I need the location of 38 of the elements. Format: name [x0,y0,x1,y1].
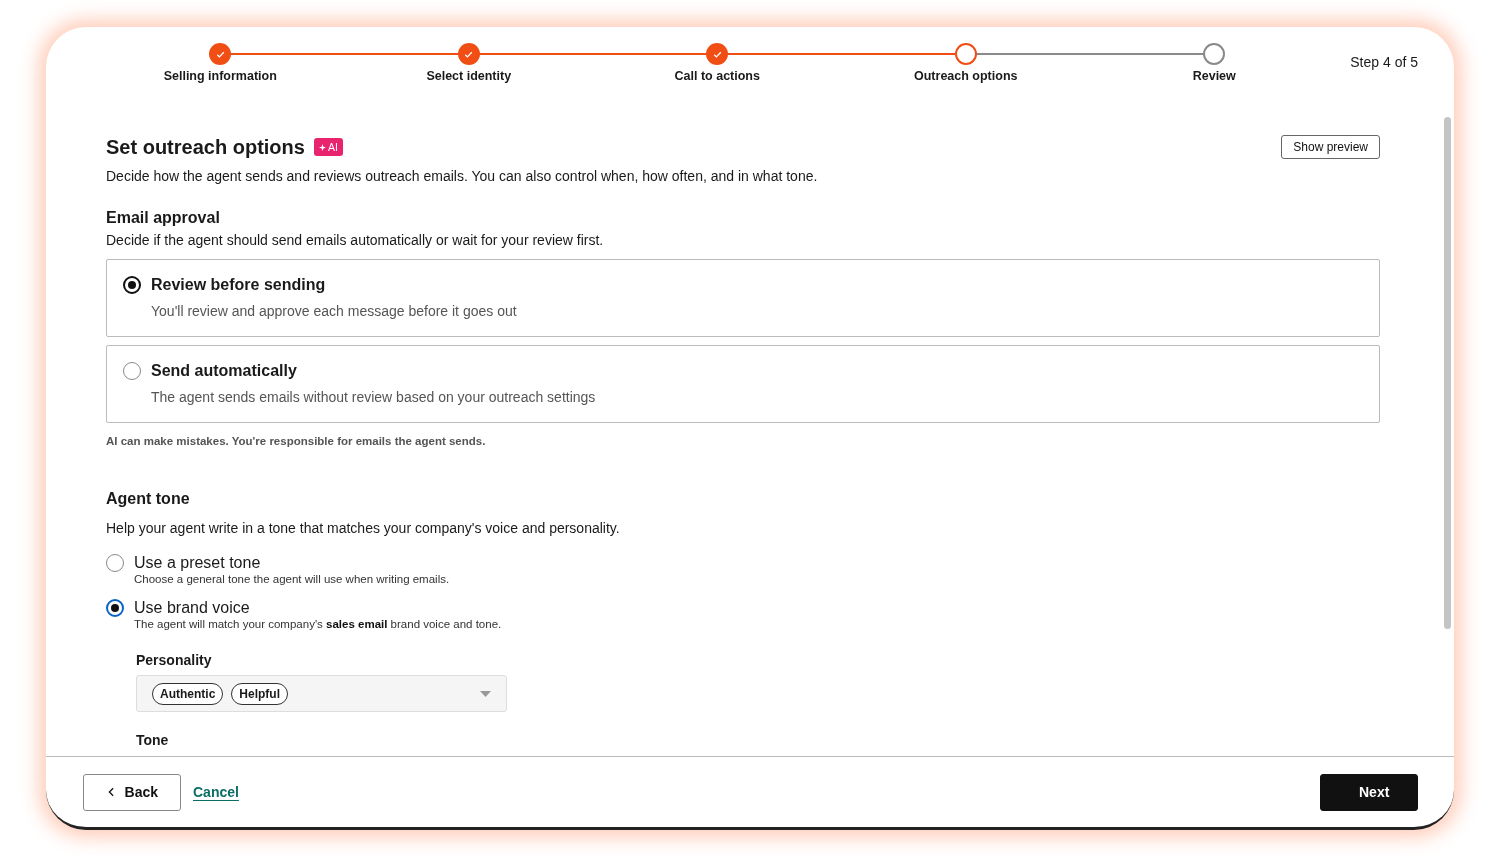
step-counter: Step 4 of 5 [1350,54,1418,70]
step-label: Select identity [426,69,512,83]
option-label: Use brand voice [134,599,250,617]
radio-button[interactable] [123,276,141,294]
step-label: Review [1192,69,1236,83]
personality-select[interactable]: Authentic Helpful [136,675,507,712]
option-description: You'll review and approve each message before it goes out [151,303,518,319]
ai-badge: AI [313,138,343,156]
option-description: Choose a general tone the agent will use when writing emails. [134,573,451,585]
section-heading: Email approval [106,209,221,227]
step-label: Outreach options [914,69,1018,83]
option-card[interactable]: Review before sending You'll review and approve each message before it goes out [106,259,1380,337]
show-preview-button[interactable]: Show preview [1281,135,1380,159]
option-description: The agent will match your company's sales email brand voice and tone. [134,618,503,630]
section-description: Decide if the agent should send emails automatically or wait for your review first. [106,232,605,248]
section-heading: Agent tone [106,490,191,508]
field-label: Personality [136,652,213,668]
option-label: Send automatically [151,362,297,380]
step-label: Call to actions [674,69,760,83]
personality-chip[interactable]: Helpful [231,682,288,705]
back-button[interactable]: Back [83,773,181,811]
option-card[interactable]: Send automatically The agent sends emails without review based on your outreach settings [106,345,1380,423]
page-title: Set outreach options [106,135,305,159]
option-label: Use a preset tone [134,554,261,572]
next-button[interactable]: Next [1320,773,1418,811]
scrollbar-thumb[interactable] [1444,117,1451,629]
field-label: Tone [136,732,170,750]
personality-chip[interactable]: Authentic [152,682,224,705]
page-description: Decide how the agent sends and reviews outreach emails. You can also control when, how often, and in what tone. [106,168,819,184]
option-label: Review before sending [151,276,326,294]
dropdown-caret-icon [480,690,491,697]
disclaimer-text: AI can make mistakes. You're responsible for emails the agent sends. [106,435,487,447]
section-description: Help your agent write in a tone that matches your company's voice and personality. [106,520,621,536]
chevron-left-icon [108,787,115,797]
option-description: The agent sends emails without review based on your outreach settings [151,389,597,405]
cancel-link[interactable]: Cancel [193,784,239,800]
step-label: Selling information [163,69,277,83]
radio-button[interactable] [106,599,124,617]
